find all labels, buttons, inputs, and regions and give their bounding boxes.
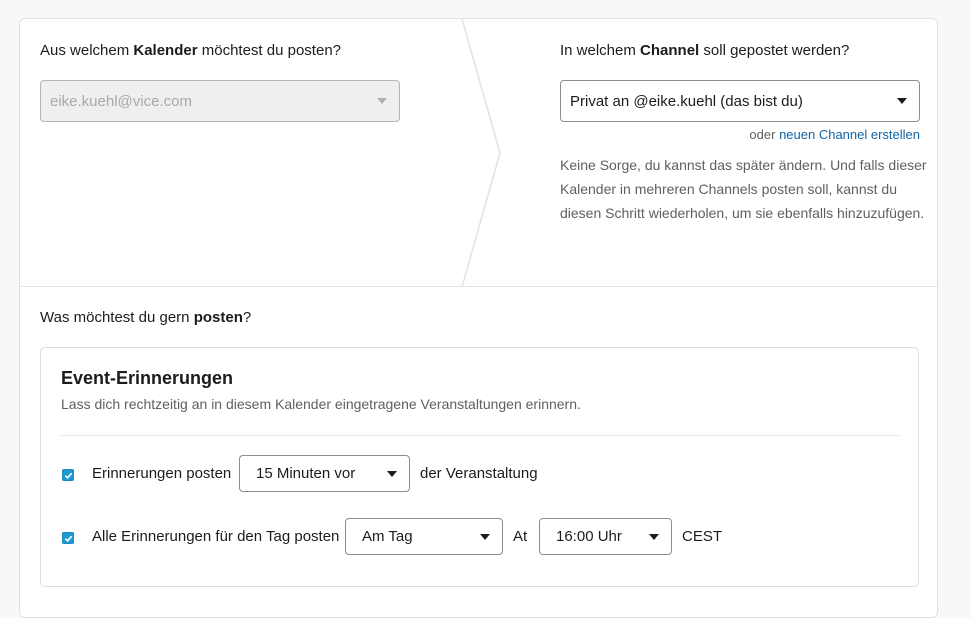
time-select[interactable]: 16:00 Uhr <box>539 518 672 555</box>
chevron-down-icon <box>649 533 659 540</box>
at-label: At <box>513 528 528 545</box>
post-question: Was möchtest du gern posten? <box>40 309 251 326</box>
section-divider <box>20 286 937 287</box>
reminder-offset-value: 15 Minuten vor <box>256 465 356 482</box>
reminder-offset-suffix: der Veranstaltung <box>420 465 538 482</box>
event-reminders-subtitle: Lass dich rechtzeitig an in diesem Kalen… <box>61 396 581 412</box>
calendar-question: Aus welchem Kalender möchtest du posten? <box>40 42 341 59</box>
calendar-setup-card: Aus welchem Kalender möchtest du posten?… <box>19 18 938 618</box>
post-question-pre: Was möchtest du gern <box>40 309 194 326</box>
post-question-bold: posten <box>193 309 243 326</box>
chevron-down-icon <box>377 98 387 104</box>
create-channel-link[interactable]: neuen Channel erstellen <box>779 127 920 142</box>
channel-help-text: Keine Sorge, du kannst das später ändern… <box>560 157 927 221</box>
calendar-question-pre: Aus welchem <box>40 42 134 59</box>
day-select[interactable]: Am Tag <box>345 518 503 555</box>
channel-question-post: soll gepostet werden? <box>699 42 850 59</box>
check-icon <box>64 535 73 543</box>
calendar-question-bold: Kalender <box>133 42 198 59</box>
channel-select[interactable]: Privat an @eike.kuehl (das bist du) <box>560 80 920 122</box>
chevron-down-icon <box>387 470 397 477</box>
calendar-select[interactable]: eike.kuehl@vice.com <box>40 80 400 122</box>
chevron-down-icon <box>480 533 490 540</box>
event-reminders-title: Event-Erinnerungen <box>61 368 234 388</box>
channel-question-bold: Channel <box>640 42 700 59</box>
channel-select-value: Privat an @eike.kuehl (das bist du) <box>570 92 803 110</box>
source-target-section: Aus welchem Kalender möchtest du posten?… <box>20 19 937 287</box>
step-chevron-divider <box>461 19 501 287</box>
daily-reminders-label: Alle Erinnerungen für den Tag posten <box>92 528 340 545</box>
day-select-value: Am Tag <box>362 528 413 545</box>
event-reminders-divider <box>61 435 899 436</box>
event-reminders-box: Event-Erinnerungen Lass dich rechtzeitig… <box>40 347 919 587</box>
channel-question: In welchem Channel soll gepostet werden? <box>560 42 849 59</box>
calendar-question-post: möchtest du posten? <box>197 42 342 59</box>
timezone-label: CEST <box>682 528 723 545</box>
post-reminders-label: Erinnerungen posten <box>92 465 232 482</box>
or-text: oder <box>749 127 780 142</box>
daily-reminders-checkbox[interactable] <box>62 532 74 544</box>
time-select-value: 16:00 Uhr <box>556 528 622 545</box>
post-question-post: ? <box>242 309 252 326</box>
create-channel-line: oder neuen Channel erstellen <box>749 127 920 142</box>
reminder-offset-select[interactable]: 15 Minuten vor <box>239 455 410 492</box>
channel-question-pre: In welchem <box>560 42 641 59</box>
calendar-select-value: eike.kuehl@vice.com <box>50 92 192 110</box>
post-reminders-checkbox[interactable] <box>62 469 74 481</box>
chevron-down-icon <box>897 98 907 104</box>
check-icon <box>64 472 73 480</box>
